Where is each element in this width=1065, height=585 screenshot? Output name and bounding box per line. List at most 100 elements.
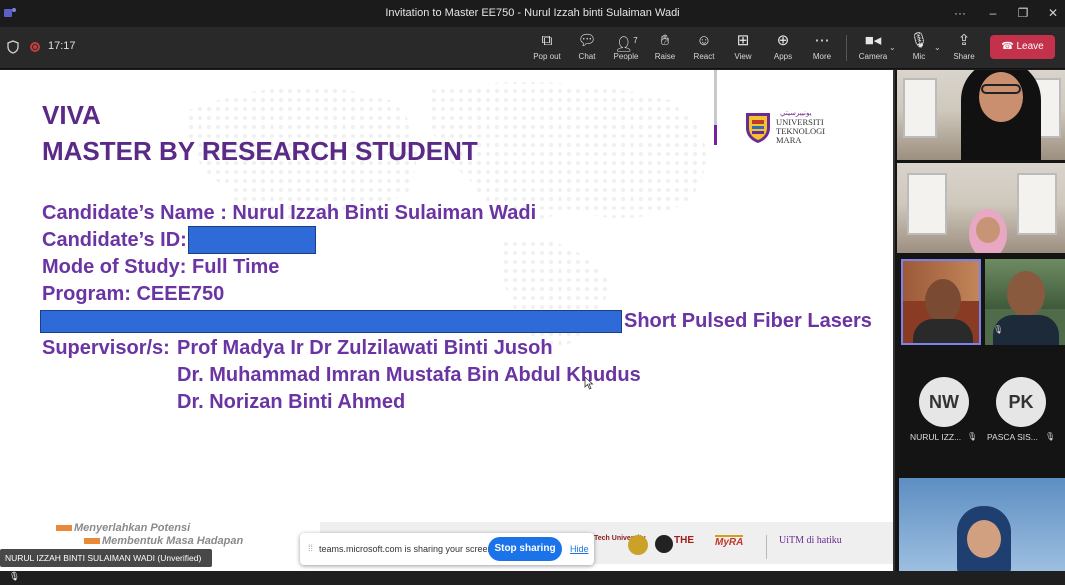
participant-face [925, 279, 961, 323]
chevron-down-icon[interactable]: ⌄ [934, 43, 941, 52]
maximize-button[interactable]: ❐ [1008, 4, 1038, 22]
university-tagline: Menyerlahkan Potensi Membentuk Masa Hada… [56, 522, 243, 548]
minimize-button[interactable]: – [978, 4, 1008, 22]
people-button[interactable]: 👤︎7 People [604, 31, 648, 65]
shield-icon [7, 40, 19, 54]
people-count: 7 [633, 36, 638, 45]
supervisor-2: Dr. Muhammad Imran Mustafa Bin Abdul Khu… [177, 364, 641, 386]
view-label: View [734, 52, 752, 61]
presenter-name-tag: NURUL IZZAH BINTI SULAIMAN WADI (Unverif… [0, 549, 212, 581]
more-icon: ⋯ [814, 32, 830, 49]
myra-logo: MyRA [715, 535, 744, 555]
people-icon: 👤︎7 [614, 36, 638, 53]
participant-face [1007, 271, 1045, 317]
leave-button[interactable]: ☎ Leave [990, 35, 1055, 59]
chevron-down-icon[interactable]: ⌄ [889, 43, 896, 52]
window-more-button[interactable]: ··· [945, 4, 975, 22]
grid-icon: ⊞ [736, 32, 750, 49]
apps-icon: ⊕ [776, 32, 790, 49]
program: Program: CEEE750 [42, 283, 225, 305]
participant-name: NURUL IZZ... [910, 432, 962, 442]
video-tile[interactable] [897, 70, 1065, 160]
pop-out-button[interactable]: ⧉ Pop out [525, 31, 569, 65]
participants-panel: 🎙︎ NW NURUL IZZ... 🎙︎ PK PASCA SIS... 🎙︎ [893, 70, 1065, 571]
thesis-title-tail: Short Pulsed Fiber Lasers [624, 310, 872, 332]
participant-face [979, 72, 1023, 122]
award-seal-logo [628, 535, 648, 555]
view-button[interactable]: ⊞ View [721, 31, 765, 65]
chat-button[interactable]: 💬︎ Chat [565, 31, 609, 65]
uitm-crest-icon [746, 113, 770, 143]
supervisor-3: Dr. Norizan Binti Ahmed [177, 391, 406, 413]
mouse-cursor-icon [584, 376, 594, 390]
raise-label: Raise [654, 52, 676, 61]
more-label: More [812, 52, 832, 61]
slide-heading-master: MASTER BY RESEARCH STUDENT [42, 136, 478, 166]
title-bar: Invitation to Master EE750 - Nurul Izzah… [0, 0, 1065, 27]
stop-sharing-button[interactable]: Stop sharing [488, 537, 562, 561]
video-tile[interactable]: 🎙︎ [985, 259, 1065, 345]
raise-hand-button[interactable]: ✋︎ Raise [643, 31, 687, 65]
participant-face [976, 217, 1000, 243]
more-button[interactable]: ⋯ More [800, 31, 844, 65]
background-window [1017, 173, 1057, 235]
people-label: People [613, 52, 639, 61]
decorative-accent [714, 125, 717, 145]
video-tile[interactable] [899, 478, 1065, 571]
uitm-di-hatiku-logo: UiTM di hatiku [779, 535, 842, 546]
hand-icon: ✋︎ [660, 32, 670, 49]
mic-off-icon: 🎙︎ [9, 571, 20, 581]
mic-off-icon: 🎙︎ [967, 432, 978, 441]
footer-divider [766, 535, 767, 559]
ranking-seal-logo [655, 535, 673, 553]
apps-button[interactable]: ⊕ Apps [761, 31, 805, 65]
mode-of-study: Mode of Study: Full Time [42, 256, 280, 278]
recording-icon [30, 42, 40, 52]
mic-off-icon: 🎙︎ [993, 325, 1004, 334]
chat-label: Chat [578, 52, 596, 61]
mic-label: Mic [912, 52, 926, 61]
close-window-button[interactable]: ✕ [1038, 4, 1065, 22]
participant-shirt [913, 319, 973, 343]
presenter-name: NURUL IZZAH BINTI SULAIMAN WADI (Unverif… [5, 553, 202, 563]
apps-label: Apps [773, 52, 793, 61]
slide-heading-viva: VIVA [42, 100, 101, 130]
avatar-nw[interactable]: NW [919, 377, 969, 427]
video-tile-active[interactable] [901, 259, 981, 345]
candidate-id-label: Candidate’s ID: [42, 229, 187, 251]
tagline-accent [56, 525, 72, 532]
phone-hangup-icon: ☎ [1001, 41, 1014, 52]
react-button[interactable]: ☺ React [682, 31, 726, 65]
pop-out-label: Pop out [533, 52, 561, 61]
meeting-timer: 17:17 [48, 40, 76, 52]
chat-icon: 💬︎ [577, 32, 597, 49]
video-tile[interactable] [897, 163, 1065, 253]
tagline-accent [84, 538, 100, 545]
uitm-logo: ﯾﻮﻧﯿﯿﺮﺳﯿﺘﻲ UNIVERSITI TEKNOLOGI MARA [744, 108, 834, 148]
screen-share-notification: ⁞⁞ teams.microsoft.com is sharing your s… [300, 533, 594, 565]
supervisor-1: Prof Madya Ir Dr Zulzilawati Binti Jusoh [177, 337, 553, 359]
supervisor-label: Supervisor/s: [42, 337, 170, 359]
participant-face [967, 520, 1001, 558]
smile-icon: ☺ [696, 32, 712, 49]
shared-slide: ﯾﻮﻧﯿﯿﺮﺳﯿﺘﻲ UNIVERSITI TEKNOLOGI MARA VIV… [0, 70, 893, 571]
leave-label: Leave [1016, 41, 1044, 52]
toolbar-divider [846, 35, 847, 61]
participant-name: PASCA SIS... [987, 432, 1038, 442]
background-window [903, 78, 937, 138]
avatar-pk[interactable]: PK [996, 377, 1046, 427]
react-label: React [693, 52, 715, 61]
uitm-logo-text: UNIVERSITI TEKNOLOGI MARA [776, 118, 825, 145]
tagline-line: Membentuk Masa Hadapan [102, 535, 244, 547]
share-button[interactable]: ⇪ Share [942, 31, 986, 65]
logo-line: MARA [776, 135, 802, 145]
share-message: teams.microsoft.com is sharing your scre… [319, 544, 496, 554]
share-label: Share [953, 52, 975, 61]
mic-off-icon: 🎙︎ [1045, 432, 1056, 441]
hide-link[interactable]: Hide [570, 544, 589, 554]
the-ranking-logo: THE [674, 535, 694, 546]
camera-label: Camera [858, 52, 888, 61]
drag-handle-icon[interactable]: ⁞⁞ [308, 543, 313, 553]
jawi-script: ﯾﻮﻧﯿﯿﺮﺳﯿﺘﻲ [780, 110, 812, 117]
background-window [907, 173, 947, 235]
